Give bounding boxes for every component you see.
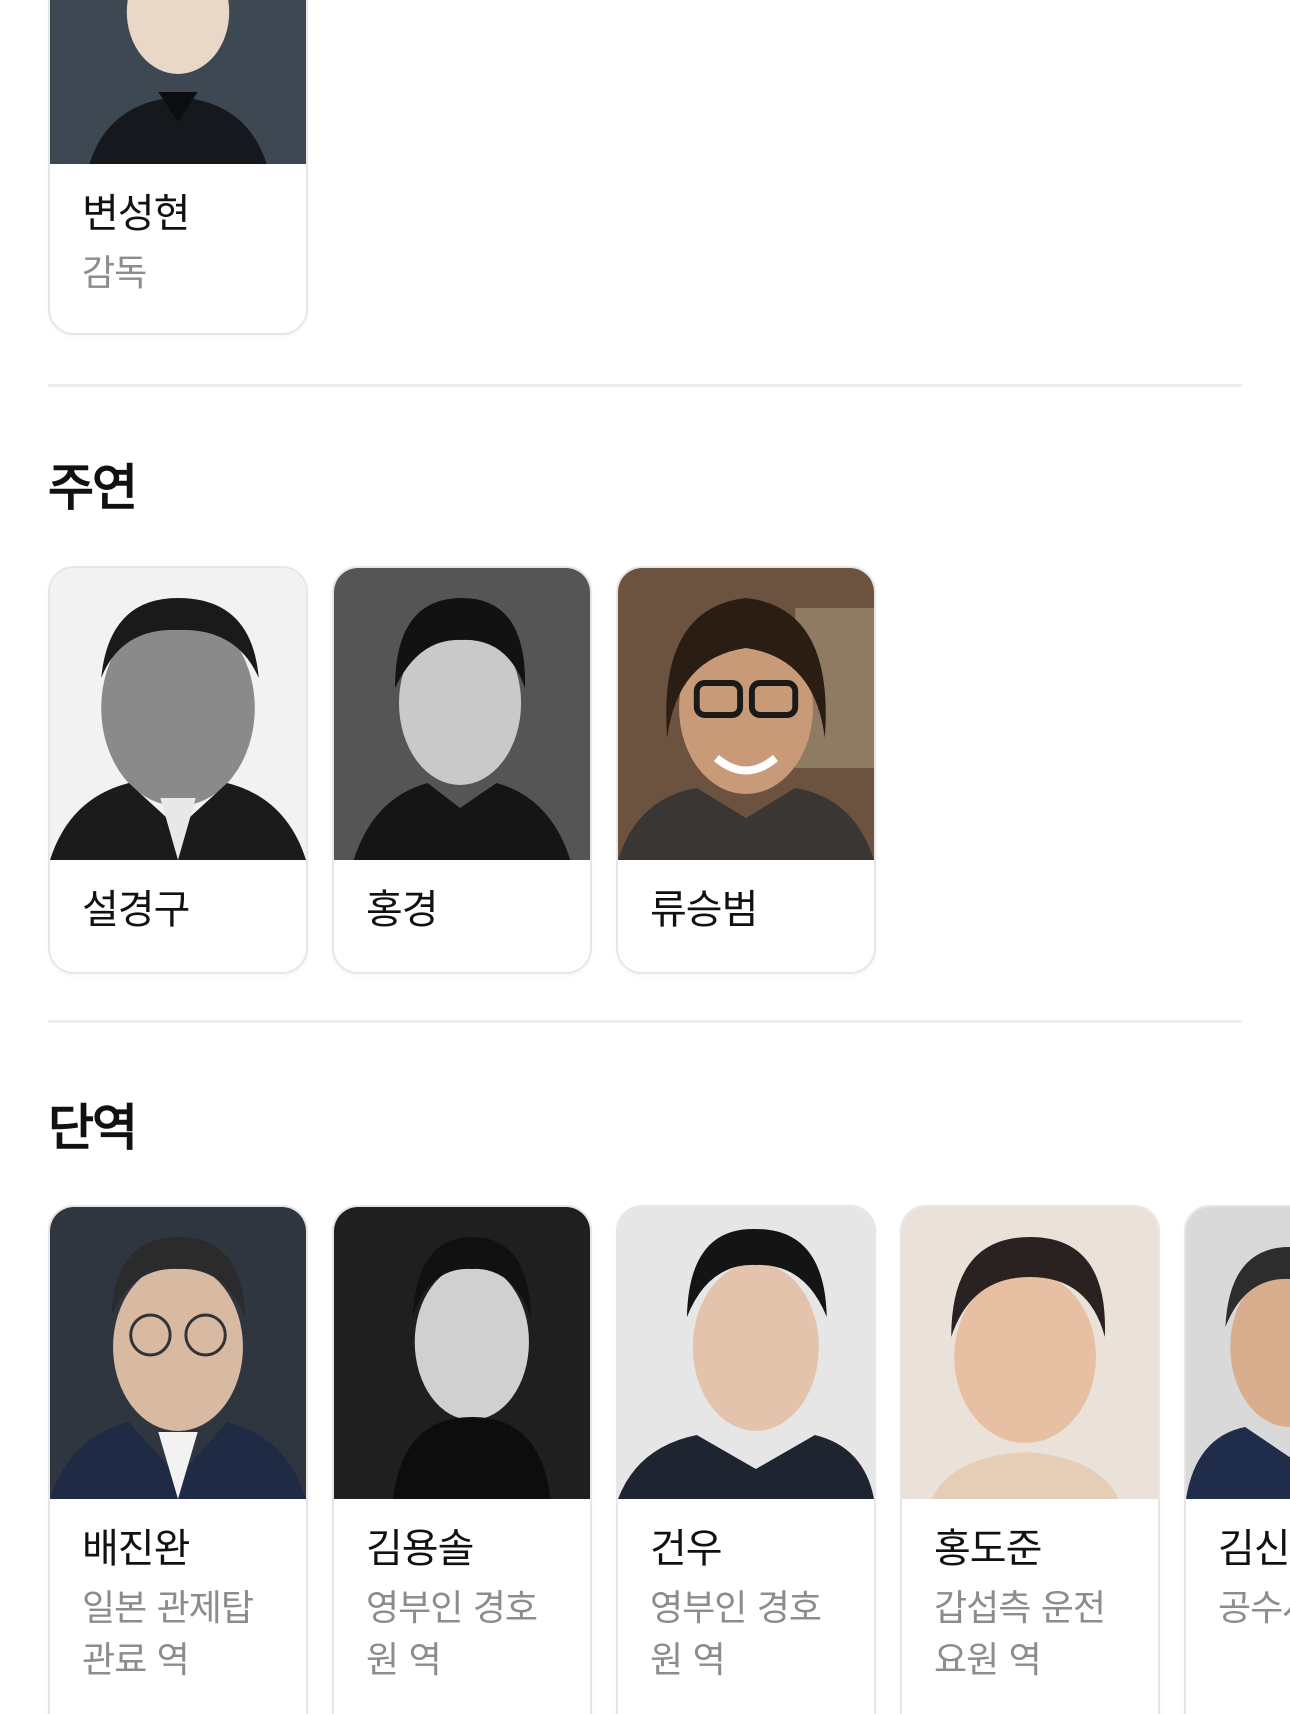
actor-role: 영부인 경호원 역	[366, 1588, 538, 1681]
actor-photo	[50, 1207, 306, 1499]
cast-page: 변성현 감독 주연 설경구 홍경 류승범 단역 배진완 일본 관제탑 관료 역 …	[0, 0, 1290, 1714]
actor-photo	[618, 568, 874, 860]
actor-name: 배진완	[82, 1526, 190, 1572]
actor-photo	[902, 1207, 1158, 1499]
actor-name: 김신	[1218, 1526, 1290, 1572]
cameo-cast-card[interactable]: 건우 영부인 경호원 역	[616, 1205, 876, 1714]
lead-section-title: 주연	[48, 459, 138, 517]
actor-name: 설경구	[82, 887, 190, 933]
director-card[interactable]: 변성현 감독	[48, 0, 308, 335]
lead-cast-card[interactable]: 홍경	[332, 566, 592, 974]
actor-photo	[618, 1207, 874, 1499]
cameo-cast-card[interactable]: 홍도준 갑섭측 운전요원 역	[900, 1205, 1160, 1714]
section-divider	[48, 1020, 1242, 1023]
actor-photo	[334, 1207, 590, 1499]
actor-role: 갑섭측 운전요원 역	[934, 1588, 1106, 1681]
lead-cast-card[interactable]: 류승범	[616, 566, 876, 974]
actor-name: 김용솔	[366, 1526, 474, 1572]
actor-photo	[50, 568, 306, 860]
actor-name: 류승범	[650, 887, 758, 933]
actor-photo	[334, 568, 590, 860]
director-role: 감독	[82, 253, 147, 294]
cameo-cast-card[interactable]: 배진완 일본 관제탑 관료 역	[48, 1205, 308, 1714]
section-divider	[48, 384, 1242, 387]
actor-role: 일본 관제탑 관료 역	[82, 1588, 254, 1681]
cameo-cast-card[interactable]: 김용솔 영부인 경호원 역	[332, 1205, 592, 1714]
actor-role: 공수사 역	[1218, 1588, 1290, 1629]
director-photo	[50, 0, 306, 164]
director-name: 변성현	[82, 191, 190, 237]
cameo-section-title: 단역	[48, 1099, 138, 1157]
actor-name: 홍경	[366, 887, 439, 933]
actor-photo	[1186, 1207, 1290, 1499]
cameo-cast-card[interactable]: 김신 공수사 역	[1184, 1205, 1290, 1714]
lead-cast-card[interactable]: 설경구	[48, 566, 308, 974]
actor-role: 영부인 경호원 역	[650, 1588, 822, 1681]
actor-name: 건우	[650, 1526, 723, 1572]
actor-name: 홍도준	[934, 1526, 1042, 1572]
